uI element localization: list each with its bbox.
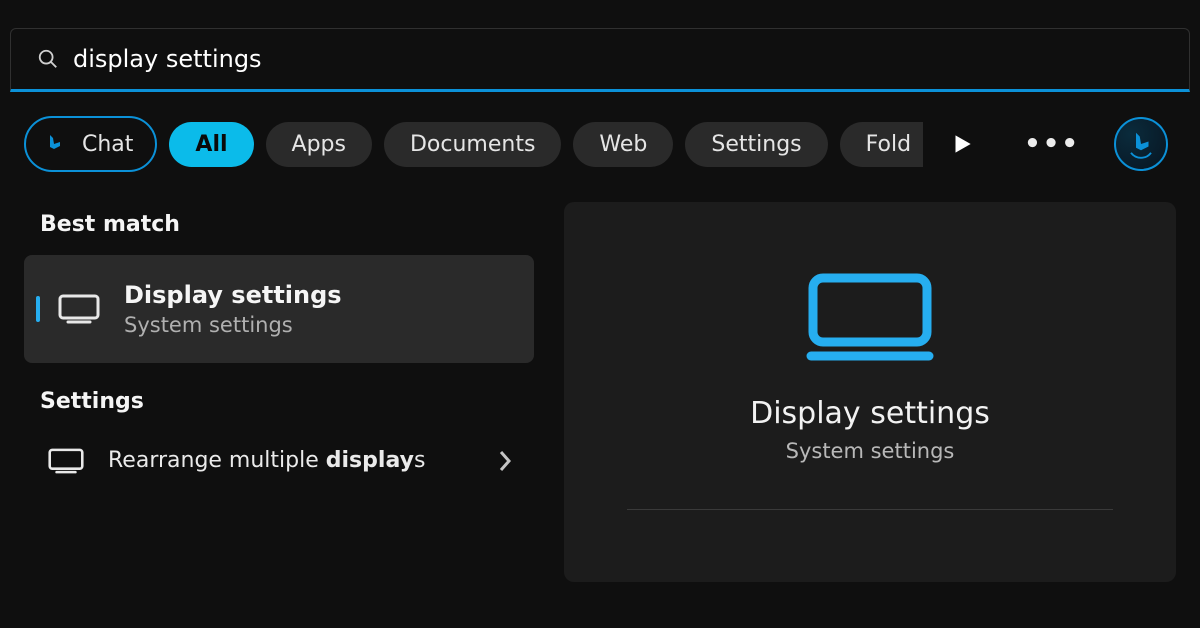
display-icon <box>48 448 84 474</box>
filter-settings[interactable]: Settings <box>685 122 827 167</box>
bing-icon <box>36 126 72 162</box>
settings-result-item[interactable]: Rearrange multiple displays <box>24 432 534 490</box>
filter-all[interactable]: All <box>169 122 253 167</box>
filter-folders[interactable]: Fold <box>840 122 923 167</box>
filter-chat[interactable]: Chat <box>24 116 157 172</box>
divider <box>627 509 1113 510</box>
result-subtitle: System settings <box>124 313 342 337</box>
bing-icon <box>1126 129 1156 159</box>
search-bar[interactable] <box>10 28 1190 92</box>
results-area: Best match Display settings System setti… <box>0 184 1200 582</box>
more-icon[interactable]: ••• <box>1024 129 1080 159</box>
result-title: Display settings <box>124 281 342 309</box>
filter-apps[interactable]: Apps <box>266 122 372 167</box>
results-list: Best match Display settings System setti… <box>24 202 534 582</box>
settings-result-label: Rearrange multiple displays <box>108 446 498 476</box>
display-icon <box>805 272 935 362</box>
display-icon <box>58 294 100 324</box>
search-icon <box>37 48 59 70</box>
best-match-result[interactable]: Display settings System settings <box>24 255 534 363</box>
filter-chat-label: Chat <box>82 132 133 157</box>
section-best-match: Best match <box>40 212 534 237</box>
preview-panel: Display settings System settings <box>564 202 1176 582</box>
bing-chat-button[interactable] <box>1114 117 1168 171</box>
filter-documents[interactable]: Documents <box>384 122 561 167</box>
section-settings: Settings <box>40 389 534 414</box>
search-input[interactable] <box>73 45 1163 73</box>
preview-subtitle: System settings <box>786 439 955 463</box>
chevron-right-icon <box>498 449 512 473</box>
selection-accent <box>36 296 40 322</box>
filter-web[interactable]: Web <box>573 122 673 167</box>
play-icon[interactable] <box>949 131 975 157</box>
filter-row: Chat All Apps Documents Web Settings Fol… <box>0 92 1200 184</box>
result-text: Display settings System settings <box>124 281 342 337</box>
preview-title: Display settings <box>750 396 990 431</box>
